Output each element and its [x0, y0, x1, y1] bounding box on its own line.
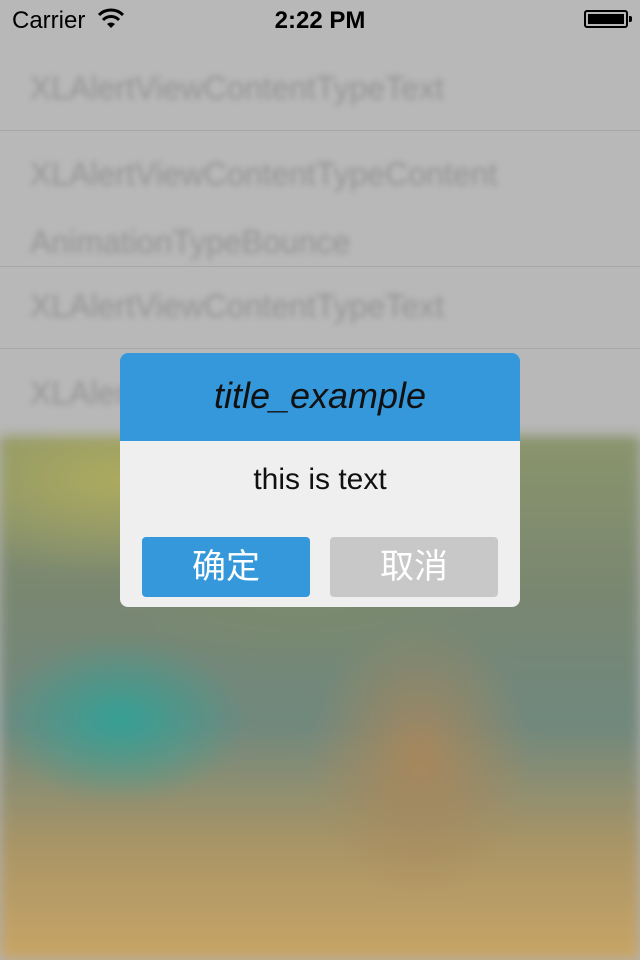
- alert-message: this is text: [253, 463, 387, 496]
- status-time: 2:22 PM: [274, 7, 366, 34]
- status-bar: Carrier 2:22 PM: [0, 0, 640, 40]
- confirm-button[interactable]: 确定: [142, 537, 310, 597]
- alert-title: title_example: [213, 375, 427, 416]
- alert-dialog: title_example this is text 确定 取消: [120, 353, 520, 607]
- cancel-button[interactable]: 取消: [330, 537, 498, 597]
- alert-header: title_example: [120, 353, 520, 441]
- battery-icon: [584, 10, 632, 28]
